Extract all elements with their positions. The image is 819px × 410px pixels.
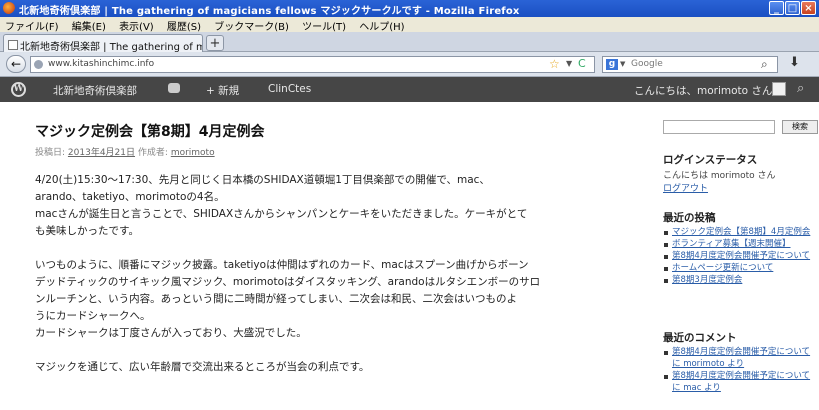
menu-view[interactable]: 表示(V) <box>114 17 159 33</box>
meta-author-label: 作成者: <box>137 148 168 158</box>
post-paragraph: macさんが誕生日と言うことで、SHIDAXさんからシャンパンとケーキをいただき… <box>35 208 528 220</box>
meta-posted-label: 投稿日: <box>35 148 66 158</box>
post-paragraph: ンルーチンと、いう内容。あっという間に二時間が経ってしまい、二次会は和民、二次会… <box>35 293 518 305</box>
recent-posts-heading: 最近の投稿 <box>663 212 716 224</box>
menu-bar: ファイル(F) 編集(E) 表示(V) 履歴(S) ブックマーク(B) ツール(… <box>0 17 819 33</box>
admin-search-icon[interactable]: ⌕ <box>797 81 804 96</box>
avatar[interactable] <box>772 82 786 96</box>
post-paragraph: 4/20(土)15:30〜17:30、先月と同じく日本橋のSHIDAX道頓堀1丁… <box>35 174 490 186</box>
search-input[interactable]: Google <box>631 59 663 69</box>
reload-icon[interactable]: C <box>578 57 586 70</box>
recent-post-link[interactable]: マジック定例会【第8期】4月定例会 <box>663 226 819 238</box>
post-paragraph: マジックを通じて、広い年齢層で交流出来るところが当会の利点です。 <box>35 361 370 373</box>
firefox-icon <box>3 2 15 14</box>
recent-comments-heading: 最近のコメント <box>663 332 737 344</box>
url-text[interactable]: www.kitashinchimc.info <box>48 59 154 69</box>
post-paragraph: デッドティックのサイキック風マジック、morimotoはダイスタッキング、ara… <box>35 276 541 288</box>
search-bar[interactable]: g ▼ Google ⌕ <box>602 56 778 73</box>
back-button[interactable]: ← <box>6 55 26 73</box>
minimize-button[interactable]: _ <box>769 1 784 15</box>
url-bar[interactable]: www.kitashinchimc.info ☆ ▼ C <box>30 56 595 73</box>
post-title: マジック定例会【第8期】4月定例会 <box>35 124 265 140</box>
post-paragraph: も美味しかったです。 <box>35 225 139 237</box>
post-paragraph: arando、taketiyo、morimotoの4名。 <box>35 191 225 203</box>
page-favicon-icon <box>8 40 18 50</box>
post-paragraph: いつものように、順番にマジック披露。taketiyoは仲間はずれのカード、mac… <box>35 259 529 271</box>
paragraph-spacer <box>35 240 615 257</box>
page-content: マジック定例会【第8期】4月定例会 投稿日: 2013年4月21日 作成者: m… <box>0 102 819 410</box>
logout-link[interactable]: ログアウト <box>663 181 708 194</box>
admin-bar-cache[interactable]: ClinCtes <box>268 83 311 95</box>
search-icon[interactable]: ⌕ <box>761 57 768 72</box>
tab-active[interactable]: 北新地奇術倶楽部 | The gathering of mag... <box>3 34 203 52</box>
google-engine-icon[interactable]: g <box>606 59 618 70</box>
post-meta: 投稿日: 2013年4月21日 作成者: morimoto <box>35 145 215 158</box>
admin-bar-howdy[interactable]: こんにちは、morimoto さん！ <box>634 83 783 98</box>
menu-file[interactable]: ファイル(F) <box>0 17 64 33</box>
tab-bar: 北新地奇術倶楽部 | The gathering of mag... + <box>0 32 819 52</box>
login-status-heading: ログインステータス <box>663 154 758 166</box>
comments-icon[interactable] <box>168 83 180 93</box>
window-title: 北新地奇術倶楽部 | The gathering of magicians fe… <box>19 6 520 17</box>
menu-edit[interactable]: 編集(E) <box>67 17 111 33</box>
plus-icon: + <box>206 85 219 97</box>
menu-tools[interactable]: ツール(T) <box>297 17 351 33</box>
title-bar: 北新地奇術倶楽部 | The gathering of magicians fe… <box>0 0 819 17</box>
paragraph-spacer <box>35 342 615 359</box>
bookmark-star-icon[interactable]: ☆ <box>549 57 560 71</box>
post-paragraph: カードシャークは丁度さんが入っており、大盛況でした。 <box>35 327 307 339</box>
wordpress-logo-icon[interactable]: W <box>11 82 26 97</box>
post-paragraph: うにカードシャークへ。 <box>35 310 151 322</box>
admin-bar-new-label: 新規 <box>218 85 240 97</box>
site-identity-icon[interactable] <box>34 60 43 69</box>
recent-comments-list: 第8期4月度定例会開催予定について に morimoto より 第8期4月度定例… <box>663 346 819 394</box>
recent-comment-link[interactable]: 第8期4月度定例会開催予定について <box>663 346 819 358</box>
url-history-dropdown-icon[interactable]: ▼ <box>566 59 572 68</box>
recent-post-link[interactable]: 第8期4月度定例会開催予定について <box>663 250 819 262</box>
recent-post-link[interactable]: ホームページ更新について <box>663 262 819 274</box>
login-status-text: こんにちは morimoto さん <box>663 171 776 181</box>
recent-comment-author[interactable]: に morimoto より <box>663 358 819 370</box>
download-icon[interactable]: ⬇ <box>789 55 800 70</box>
wp-admin-bar: W 北新地奇術倶楽部 + 新規 ClinCtes こんにちは、morimoto … <box>0 77 819 102</box>
menu-help[interactable]: ヘルプ(H) <box>354 17 409 33</box>
menu-history[interactable]: 履歴(S) <box>162 17 206 33</box>
post-author-link[interactable]: morimoto <box>171 148 215 158</box>
recent-posts-list: マジック定例会【第8期】4月定例会 ボランティア募集【週末開催】 第8期4月度定… <box>663 226 819 286</box>
tab-label: 北新地奇術倶楽部 | The gathering of mag... <box>20 42 202 52</box>
close-button[interactable]: × <box>801 1 816 15</box>
sidebar-search-button[interactable]: 検索 <box>782 120 818 134</box>
maximize-button[interactable]: □ <box>785 1 800 15</box>
admin-bar-site-name[interactable]: 北新地奇術倶楽部 <box>53 83 137 98</box>
recent-comment-author[interactable]: に mac より <box>663 382 819 394</box>
post-date-link[interactable]: 2013年4月21日 <box>68 148 135 158</box>
sidebar-search-input[interactable] <box>663 120 775 134</box>
menu-bookmarks[interactable]: ブックマーク(B) <box>209 17 294 33</box>
search-engine-dropdown-icon[interactable]: ▼ <box>620 60 625 68</box>
new-tab-button[interactable]: + <box>206 35 224 51</box>
recent-post-link[interactable]: 第8期3月度定例会 <box>663 274 819 286</box>
nav-bar: ← www.kitashinchimc.info ☆ ▼ C g ▼ Googl… <box>0 52 819 77</box>
admin-bar-new[interactable]: + 新規 <box>206 83 239 98</box>
recent-post-link[interactable]: ボランティア募集【週末開催】 <box>663 238 819 250</box>
recent-comment-link[interactable]: 第8期4月度定例会開催予定について <box>663 370 819 382</box>
post-body: 4/20(土)15:30〜17:30、先月と同じく日本橋のSHIDAX道頓堀1丁… <box>35 172 615 376</box>
